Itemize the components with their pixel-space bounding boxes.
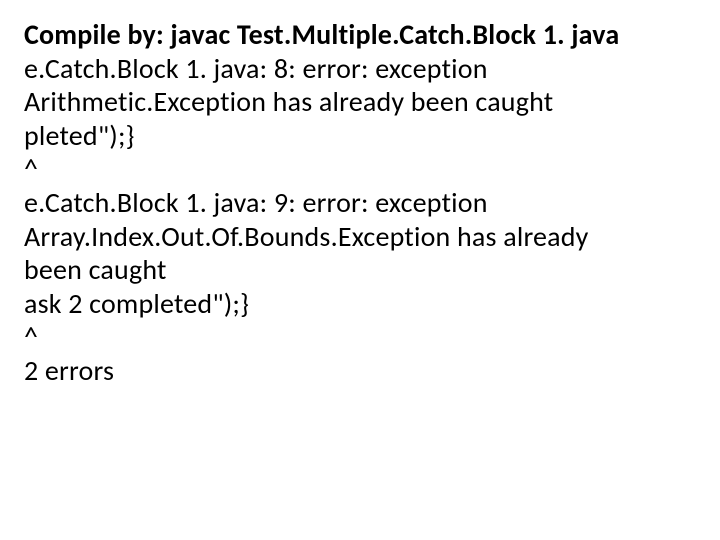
error-line: Arithmetic.Exception has already been ca… xyxy=(24,85,700,119)
error-line: been caught xyxy=(24,253,700,287)
caret-marker: ^ xyxy=(24,152,700,186)
error-summary: 2 errors xyxy=(24,354,700,388)
error-line: e.Catch.Block 1. java: 9: error: excepti… xyxy=(24,186,700,220)
compiler-output: Compile by: javac Test.Multiple.Catch.Bl… xyxy=(0,0,720,408)
error-line: pleted");} xyxy=(24,119,700,153)
compile-command: Compile by: javac Test.Multiple.Catch.Bl… xyxy=(24,18,700,52)
error-line: ask 2 completed");} xyxy=(24,287,700,321)
caret-marker: ^ xyxy=(24,320,700,354)
error-line: e.Catch.Block 1. java: 8: error: excepti… xyxy=(24,52,700,86)
error-line: Array.Index.Out.Of.Bounds.Exception has … xyxy=(24,220,700,254)
